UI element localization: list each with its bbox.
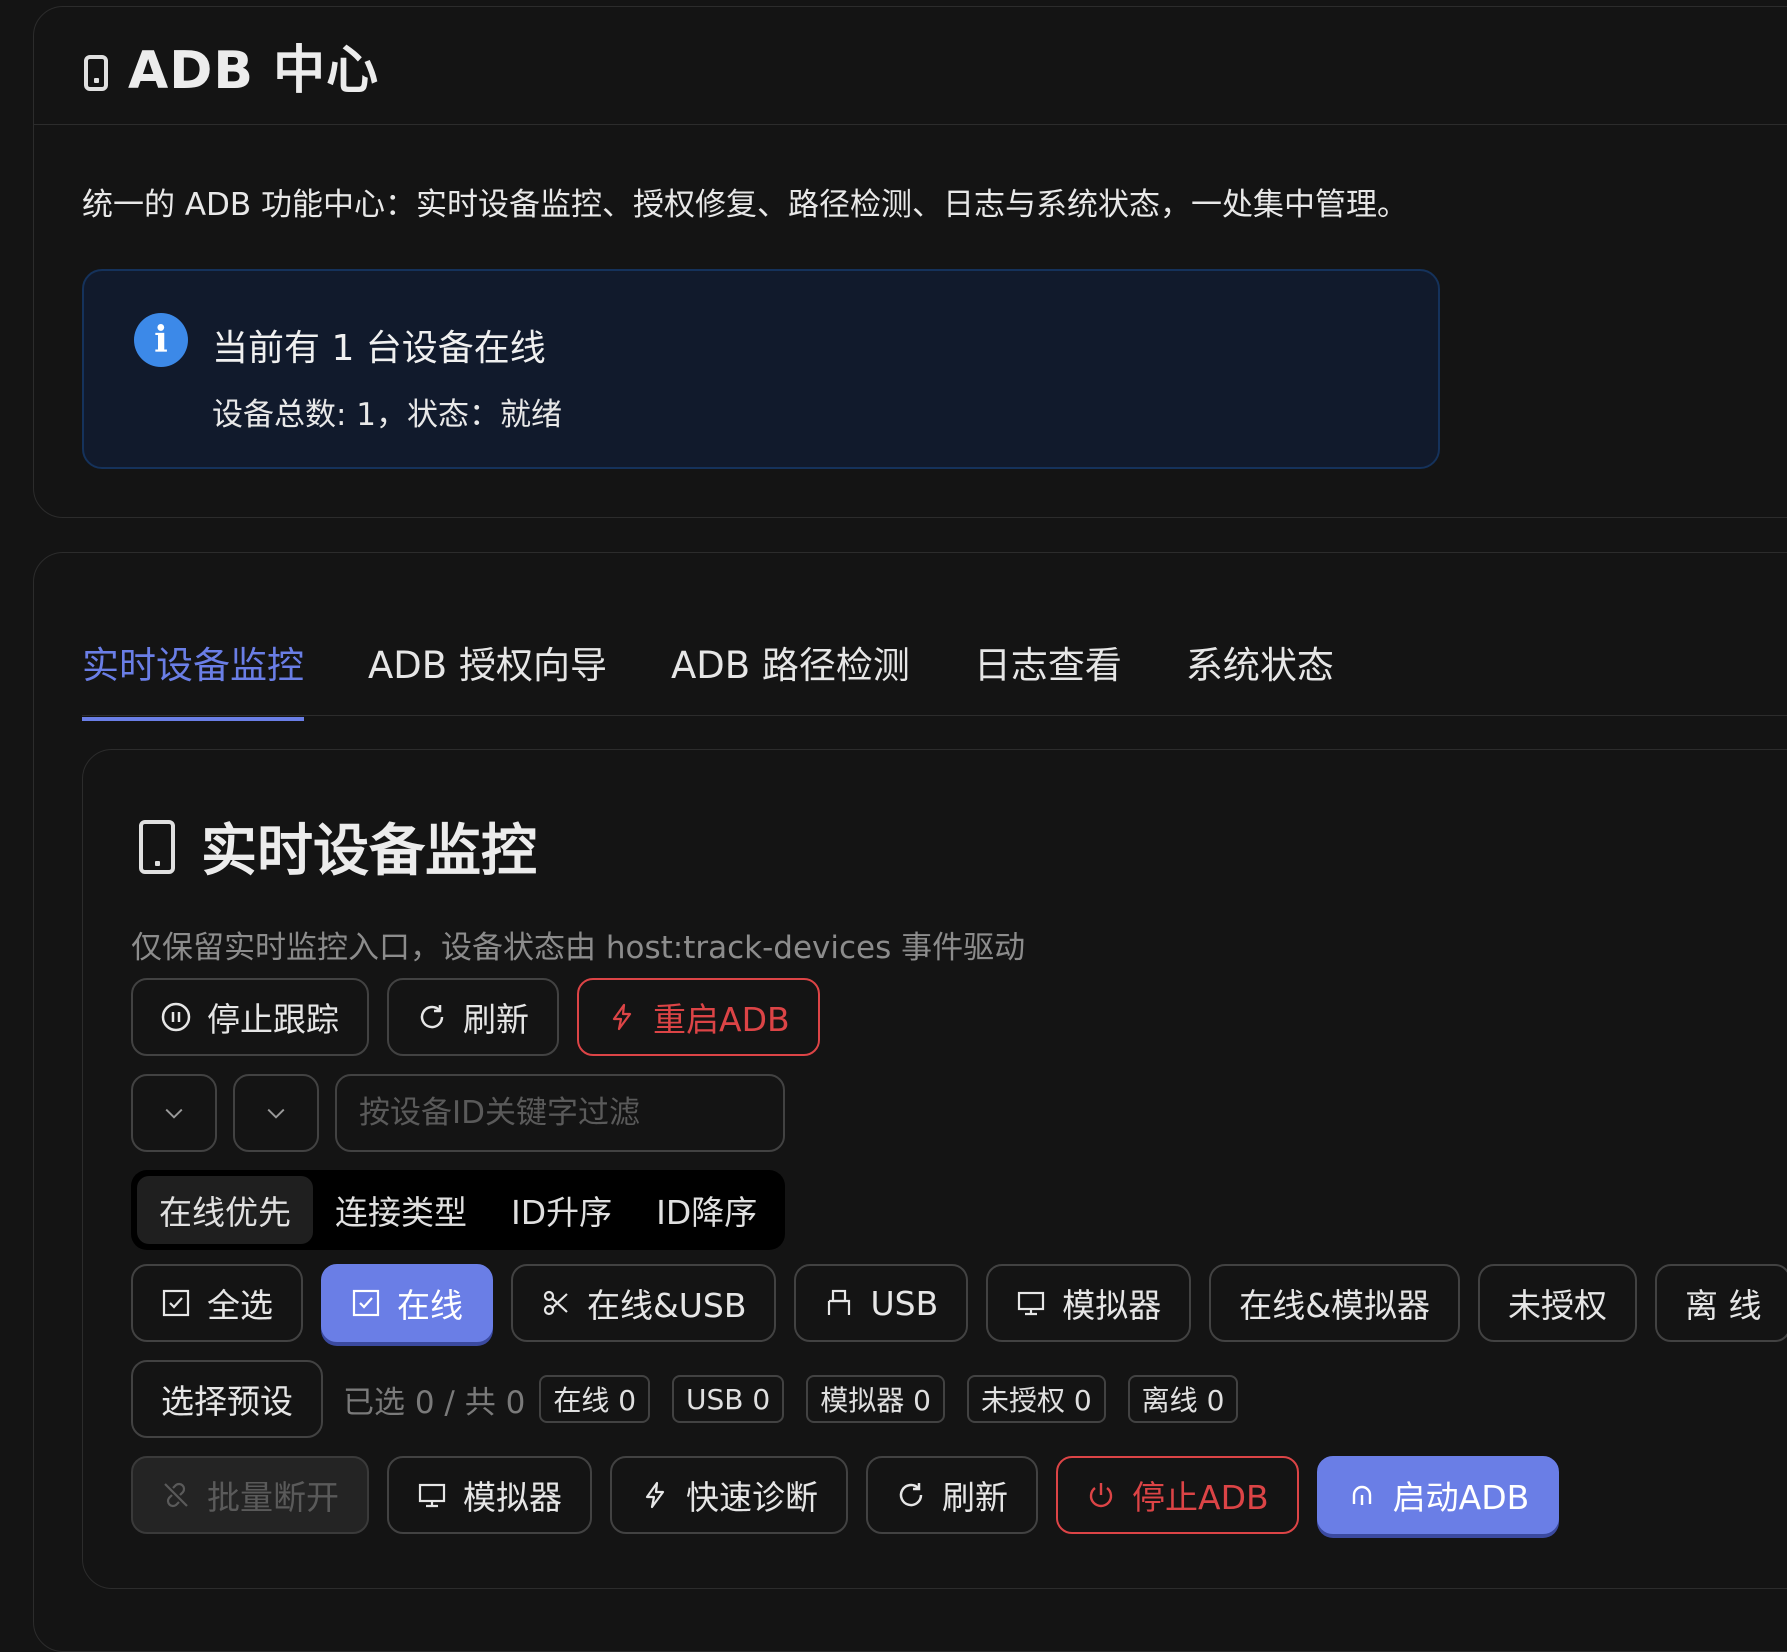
filter-dropdown-2[interactable] <box>233 1074 319 1152</box>
select-offline-button[interactable]: 离 线 <box>1654 1264 1787 1342</box>
tab-realtime-monitor[interactable]: 实时设备监控 <box>82 635 304 721</box>
emulator-button[interactable]: 模拟器 <box>387 1456 592 1534</box>
tab-bar: 实时设备监控 ADB 授权向导 ADB 路径检测 日志查看 系统状态 <box>82 635 1398 721</box>
online-count-tag: 在线 0 <box>539 1375 651 1423</box>
tab-logs[interactable]: 日志查看 <box>974 635 1122 721</box>
stop-adb-label: 停止ADB <box>1132 1478 1269 1517</box>
quick-diagnose-button[interactable]: 快速诊断 <box>610 1456 848 1534</box>
info-icon: i <box>134 313 188 367</box>
select-usb-label: USB <box>870 1283 939 1323</box>
select-online-emulator-button[interactable]: 在线&模拟器 <box>1209 1264 1460 1342</box>
start-adb-label: 启动ADB <box>1392 1478 1530 1517</box>
power-icon <box>1089 1483 1113 1508</box>
page-description: 统一的 ADB 功能中心：实时设备监控、授权修复、路径检测、日志与系统状态，一处… <box>82 187 1409 223</box>
pause-circle-icon <box>161 1002 191 1032</box>
tools-card: 实时设备监控 ADB 授权向导 ADB 路径检测 日志查看 系统状态 实时设备监… <box>33 552 1787 1652</box>
unauthorized-count-tag: 未授权 0 <box>966 1375 1106 1423</box>
disconnect-icon <box>164 1482 188 1508</box>
tab-path-detect[interactable]: ADB 路径检测 <box>671 635 910 721</box>
chevron-down-icon <box>165 1108 183 1119</box>
select-emulator-button[interactable]: 模拟器 <box>986 1264 1192 1342</box>
batch-disconnect-label: 批量断开 <box>207 1478 339 1517</box>
usb-icon <box>828 1289 851 1315</box>
action-row: 停止跟踪 刷新 重启ADB <box>131 978 838 1056</box>
select-online-emulator-label: 在线&模拟器 <box>1239 1286 1430 1325</box>
refresh-button[interactable]: 刷新 <box>387 978 559 1056</box>
alert-message: 当前有 1 台设备在线 <box>212 328 546 369</box>
select-row: 全选 在线 在线&USB USB 模拟器 在线&模拟器 未授权 离 线 <box>131 1264 1787 1342</box>
refresh-label-bottom: 刷新 <box>942 1478 1008 1517</box>
adb-center-card: ADB 中心 统一的 ADB 功能中心：实时设备监控、授权修复、路径检测、日志与… <box>33 6 1787 518</box>
select-usb-button[interactable]: USB <box>794 1264 969 1342</box>
sort-id-desc[interactable]: ID降序 <box>634 1176 779 1244</box>
alert-detail: 设备总数: 1，状态：就绪 <box>212 397 563 433</box>
scissors-icon <box>543 1290 568 1316</box>
monitor-description: 仅保留实时监控入口，设备状态由 host:track-devices 事件驱动 <box>131 930 1026 966</box>
mobile-phone-icon <box>84 54 108 91</box>
select-online-label: 在线 <box>397 1286 463 1325</box>
chevron-down-icon <box>267 1108 285 1119</box>
select-online-usb-button[interactable]: 在线&USB <box>511 1264 777 1342</box>
batch-disconnect-button[interactable]: 批量断开 <box>131 1456 369 1534</box>
start-icon <box>1352 1485 1371 1505</box>
monitor-panel: 实时设备监控 仅保留实时监控入口，设备状态由 host:track-device… <box>82 749 1787 1589</box>
checkbox-icon <box>162 1289 190 1317</box>
refresh-icon <box>899 1483 923 1507</box>
lightning-icon <box>645 1481 665 1509</box>
select-preset-label: 选择预设 <box>161 1382 293 1421</box>
select-offline-label: 离 线 <box>1684 1286 1762 1325</box>
stop-tracking-label: 停止跟踪 <box>207 1000 339 1039</box>
refresh-button-bottom[interactable]: 刷新 <box>866 1456 1038 1534</box>
refresh-label: 刷新 <box>463 1000 529 1039</box>
emulator-label: 模拟器 <box>463 1478 562 1517</box>
desktop-icon <box>1018 1291 1045 1316</box>
filter-row <box>131 1074 785 1152</box>
select-emulator-label: 模拟器 <box>1062 1286 1162 1325</box>
select-preset-button[interactable]: 选择预设 <box>131 1360 323 1438</box>
tab-divider <box>82 715 1787 716</box>
quick-diagnose-label: 快速诊断 <box>686 1478 818 1517</box>
refresh-icon <box>420 1005 444 1029</box>
sort-row: 在线优先 连接类型 ID升序 ID降序 <box>131 1170 786 1250</box>
monitor-heading: 实时设备监控 <box>139 806 537 887</box>
select-online-usb-label: 在线&USB <box>587 1286 747 1325</box>
bottom-action-row: 批量断开 模拟器 快速诊断 刷新 停止ADB 启动ADB <box>131 1456 1577 1534</box>
sort-connection-type[interactable]: 连接类型 <box>313 1176 489 1244</box>
sort-id-asc[interactable]: ID升序 <box>489 1176 634 1244</box>
tab-auth-wizard[interactable]: ADB 授权向导 <box>368 635 607 721</box>
restart-adb-label: 重启ADB <box>653 1000 790 1039</box>
lightning-icon <box>612 1003 632 1031</box>
offline-count-tag: 离线 0 <box>1127 1375 1239 1423</box>
usb-count-tag: USB 0 <box>672 1375 785 1423</box>
emulator-count-tag: 模拟器 0 <box>806 1375 945 1423</box>
status-alert: i 当前有 1 台设备在线 设备总数: 1，状态：就绪 <box>82 269 1440 469</box>
start-adb-button[interactable]: 启动ADB <box>1316 1456 1560 1534</box>
select-unauthorized-button[interactable]: 未授权 <box>1477 1264 1637 1342</box>
select-all-label: 全选 <box>207 1286 273 1325</box>
select-online-button[interactable]: 在线 <box>321 1264 493 1342</box>
restart-adb-button[interactable]: 重启ADB <box>577 978 820 1056</box>
select-all-button[interactable]: 全选 <box>131 1264 303 1342</box>
mobile-phone-icon <box>139 819 175 874</box>
stop-tracking-button[interactable]: 停止跟踪 <box>131 978 369 1056</box>
filter-dropdown-1[interactable] <box>131 1074 217 1152</box>
desktop-icon <box>418 1483 446 1508</box>
card-header: ADB 中心 <box>34 7 1787 125</box>
checkbox-icon <box>352 1289 380 1317</box>
sort-segmented-control: 在线优先 连接类型 ID升序 ID降序 <box>131 1170 786 1250</box>
device-id-filter-input[interactable] <box>335 1074 785 1152</box>
selection-count: 已选 0 / 共 0 <box>343 1384 526 1421</box>
monitor-title: 实时设备监控 <box>201 819 537 884</box>
sort-online-first[interactable]: 在线优先 <box>137 1176 313 1244</box>
page-title: ADB 中心 <box>128 41 380 101</box>
stop-adb-button[interactable]: 停止ADB <box>1056 1456 1299 1534</box>
tab-system-status[interactable]: 系统状态 <box>1186 635 1334 721</box>
preset-row: 选择预设 已选 0 / 共 0 在线 0 USB 0 模拟器 0 未授权 0 离… <box>131 1360 1260 1438</box>
select-unauthorized-label: 未授权 <box>1507 1286 1607 1325</box>
